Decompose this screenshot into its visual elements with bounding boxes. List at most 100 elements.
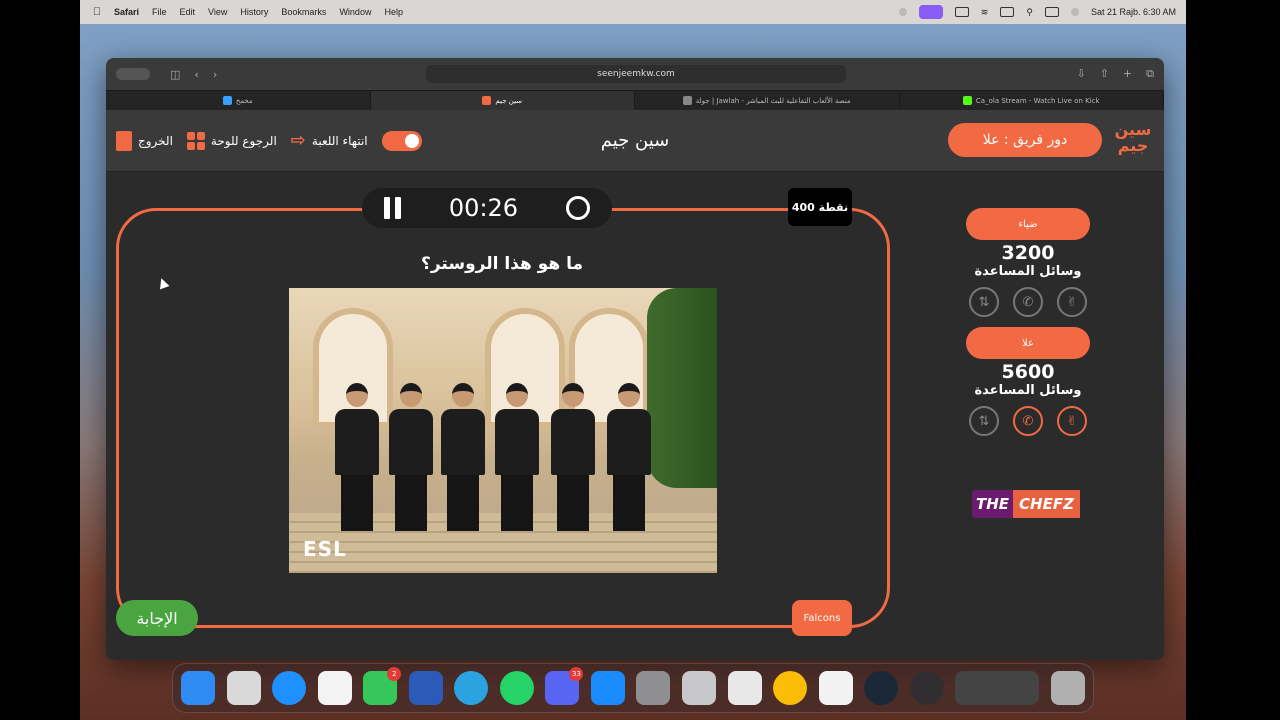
team-2-label: علا (1022, 337, 1034, 349)
sponsor-part-2: CHEFZ (1013, 490, 1080, 518)
two-answers-icon[interactable]: ⇅ (969, 406, 999, 436)
exit-button[interactable]: الخروج (116, 130, 173, 151)
back-icon[interactable]: ‹ (194, 68, 198, 81)
whatsapp-icon[interactable] (499, 671, 534, 705)
iphone-mirroring-icon[interactable] (682, 671, 717, 705)
end-game-button[interactable]: ⇨ انتهاء اللعبة (291, 130, 368, 151)
team-2-helpers-label: وسائل المساعدة (974, 383, 1082, 398)
player-figure (607, 383, 651, 533)
wifi-icon[interactable]: ≋ (981, 7, 989, 18)
facetime-badge: 2 (387, 667, 402, 681)
forward-icon[interactable]: › (213, 68, 217, 81)
keyboard-icon[interactable] (1000, 7, 1015, 17)
menu-app-name[interactable]: Safari (114, 7, 139, 17)
player-figure (441, 383, 485, 533)
photos-icon[interactable] (317, 671, 352, 705)
siri-icon[interactable] (1070, 8, 1079, 16)
team-1-name[interactable]: ضياء (966, 208, 1090, 240)
new-tab-icon[interactable]: + (1123, 67, 1132, 81)
discord-icon[interactable]: 33 (545, 667, 584, 705)
grid-icon (186, 131, 205, 150)
right-black-bar (1186, 0, 1280, 720)
apple-icon[interactable]:  (80, 6, 114, 18)
share-icon[interactable]: ⇧ (1100, 67, 1109, 81)
phone-friend-icon[interactable]: ✆ (1013, 406, 1043, 436)
screen-mirror-icon[interactable] (918, 5, 943, 19)
safari-toolbar: ◫ ‹ › seenjeemkw.com ⇩ ⇧ + ⧉ (106, 58, 1164, 90)
menu-view[interactable]: View (208, 7, 227, 17)
end-game-label: انتهاء اللعبة (311, 133, 368, 148)
control-center-icon[interactable] (1044, 7, 1059, 17)
tab-3[interactable]: جولة | Jawlah - منصة الألعاب التفاعلية ل… (635, 91, 900, 110)
tree-shape (647, 288, 717, 488)
trash-icon[interactable] (1050, 671, 1085, 705)
peace-hand-icon[interactable]: ✌ (1057, 406, 1087, 436)
safari-window: ◫ ‹ › seenjeemkw.com ⇩ ⇧ + ⧉ مخمخ سين جي… (106, 58, 1164, 660)
exit-label: الخروج (138, 133, 173, 148)
launchpad-icon[interactable] (226, 671, 261, 705)
tab-title: جولة | Jawlah - منصة الألعاب التفاعلية ل… (695, 96, 851, 105)
obs-icon[interactable] (909, 671, 944, 705)
back-to-board-button[interactable]: الرجوع للوحة (186, 131, 277, 150)
safari-icon[interactable] (272, 671, 307, 705)
window-controls[interactable] (116, 68, 150, 80)
tab-4[interactable]: Ca_ola Stream - Watch Live on Kick (900, 91, 1164, 110)
menubar-clock[interactable]: Sat 21 Rajb. 6:30 AM (1091, 7, 1176, 17)
back-to-board-label: الرجوع للوحة (210, 133, 277, 148)
steam-icon[interactable] (864, 671, 899, 705)
header-actions: الخروج الرجوع للوحة ⇨ انتهاء اللعبة (106, 130, 422, 151)
answer-button[interactable]: الإجابة (116, 600, 198, 636)
category-tag: Falcons (792, 600, 852, 636)
esl-watermark: ESL (303, 537, 347, 561)
menu-window[interactable]: Window (339, 7, 371, 17)
spotlight-icon[interactable]: ⚲ (1026, 7, 1033, 18)
toolbar-right: ⇩ ⇧ + ⧉ (1076, 67, 1154, 81)
menu-bookmarks[interactable]: Bookmarks (281, 7, 326, 17)
app-store-icon[interactable] (590, 671, 625, 705)
player-figure (335, 383, 379, 533)
two-answers-icon[interactable]: ⇅ (969, 287, 999, 317)
teams-panel: ضياء 3200 وسائل المساعدة ⇅ ✆ ✌ علا 5600 … (966, 208, 1090, 446)
menu-edit[interactable]: Edit (180, 7, 196, 17)
word-icon[interactable] (408, 671, 443, 705)
system-settings-icon[interactable] (636, 671, 671, 705)
timer-value: 00:26 (448, 194, 519, 222)
tab-title: Ca_ola Stream - Watch Live on Kick (975, 96, 1100, 105)
team-2-name[interactable]: علا (966, 327, 1090, 359)
site-logo[interactable]: سين جيم (1112, 122, 1154, 160)
left-black-bar (0, 0, 80, 720)
finder-icon[interactable] (181, 671, 215, 705)
capture-tool-icon[interactable] (818, 671, 853, 705)
battery-icon[interactable] (954, 7, 969, 17)
chrome-icon[interactable] (773, 671, 808, 705)
team-1-helpers: ⇅ ✆ ✌ (966, 287, 1090, 317)
telegram-icon[interactable] (454, 671, 489, 705)
menu-file[interactable]: File (152, 7, 167, 17)
download-icon[interactable]: ⇩ (1076, 67, 1085, 81)
reset-timer-icon[interactable] (565, 196, 590, 220)
menubar-status-area: ≋ ⚲ Sat 21 Rajb. 6:30 AM (898, 5, 1186, 19)
sidebar-toggle-icon[interactable]: ◫ (170, 68, 180, 81)
arrow-right-icon: ⇨ (290, 130, 306, 151)
tab-1[interactable]: مخمخ (106, 91, 371, 110)
menu-history[interactable]: History (240, 7, 268, 17)
tab-2-active[interactable]: سين جيم (370, 91, 635, 110)
window-thumbnail-icon[interactable] (955, 671, 1040, 705)
settings-toggle[interactable] (381, 130, 422, 151)
phone-friend-icon[interactable]: ✆ (1013, 287, 1043, 317)
discord-badge: 33 (569, 667, 584, 681)
address-bar[interactable]: seenjeemkw.com (426, 65, 846, 83)
peace-hand-icon[interactable]: ✌ (1057, 287, 1087, 317)
exit-icon (116, 130, 132, 151)
network-tool-icon[interactable] (727, 671, 762, 705)
game-stage: 00:26 400 نقطة ما هو هذا الروستر؟ ESL ال… (106, 172, 1164, 660)
page-title: سين جيم (600, 130, 670, 151)
menu-help[interactable]: Help (384, 7, 403, 17)
tab-overview-icon[interactable]: ⧉ (1146, 67, 1154, 81)
status-dot-icon[interactable] (898, 8, 907, 16)
question-text: ما هو هذا الروستر؟ (421, 254, 583, 274)
sponsor-logo[interactable]: THE CHEFZ (972, 490, 1084, 518)
facetime-icon[interactable]: 2 (363, 667, 402, 705)
player-figure (551, 383, 595, 533)
pause-icon[interactable] (384, 197, 401, 219)
